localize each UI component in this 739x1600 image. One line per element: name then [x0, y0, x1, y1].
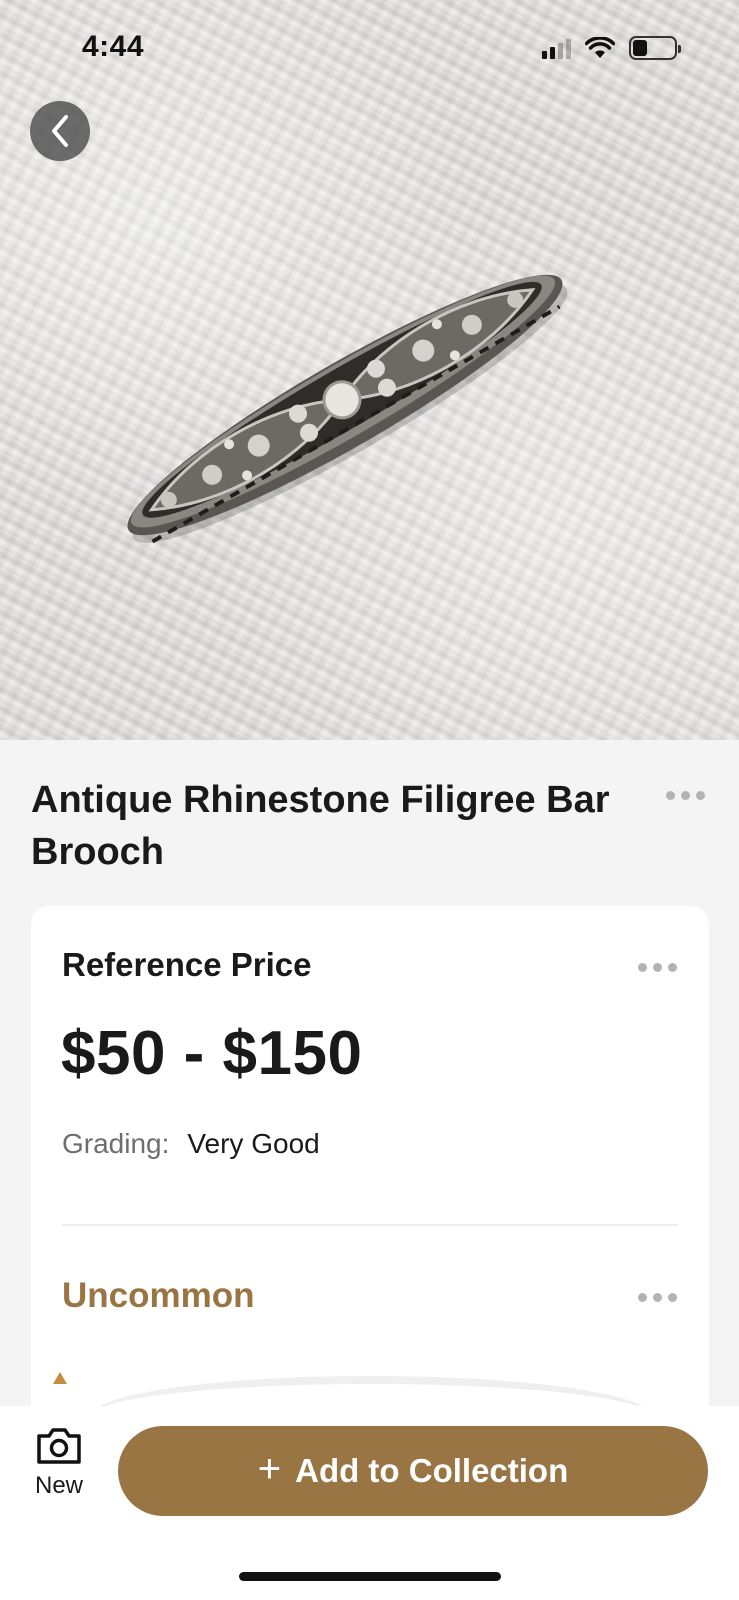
add-to-collection-label: Add to Collection: [295, 1452, 569, 1489]
plus-icon: +: [257, 1447, 282, 1491]
chevron-left-icon: [52, 115, 68, 147]
status-icons: [542, 36, 681, 60]
item-title: Antique Rhinestone Filigree Bar Brooch: [31, 779, 610, 873]
more-dot: [668, 1293, 677, 1302]
camera-icon: [37, 1428, 81, 1464]
rarity-gauge-marker: [53, 1372, 67, 1384]
status-time: 4:44: [82, 30, 145, 63]
brooch-image: [127, 274, 568, 544]
rarity-more-button[interactable]: [638, 1293, 677, 1302]
more-dot: [638, 1293, 647, 1302]
more-dot: [696, 791, 705, 800]
bottom-bar: New + Add to Collection: [0, 1406, 739, 1600]
item-photo[interactable]: 4:44: [0, 0, 739, 740]
rarity-label: Uncommon: [62, 1276, 255, 1315]
grading-row: Grading: Very Good: [62, 1128, 320, 1160]
divider: [62, 1224, 678, 1226]
more-dot: [638, 963, 647, 972]
grading-value: Very Good: [187, 1128, 320, 1159]
more-dot: [653, 1293, 662, 1302]
back-button[interactable]: [30, 101, 90, 161]
home-indicator[interactable]: [239, 1572, 501, 1581]
title-more-button[interactable]: [666, 791, 705, 800]
reference-price-more-button[interactable]: [638, 963, 677, 972]
new-scan-button[interactable]: New: [24, 1426, 94, 1522]
more-dot: [666, 791, 675, 800]
reference-price-label: Reference Price: [62, 946, 312, 983]
more-dot: [653, 963, 662, 972]
cellular-signal-icon: [542, 37, 571, 59]
more-dot: [681, 791, 690, 800]
more-dot: [668, 963, 677, 972]
status-bar: 4:44: [0, 0, 739, 96]
add-to-collection-button[interactable]: + Add to Collection: [118, 1426, 708, 1516]
battery-icon: [629, 36, 681, 60]
new-label: New: [34, 1472, 83, 1499]
price-range: $50 - $150: [61, 1019, 363, 1088]
grading-label: Grading:: [62, 1128, 170, 1159]
wifi-icon: [585, 37, 615, 58]
